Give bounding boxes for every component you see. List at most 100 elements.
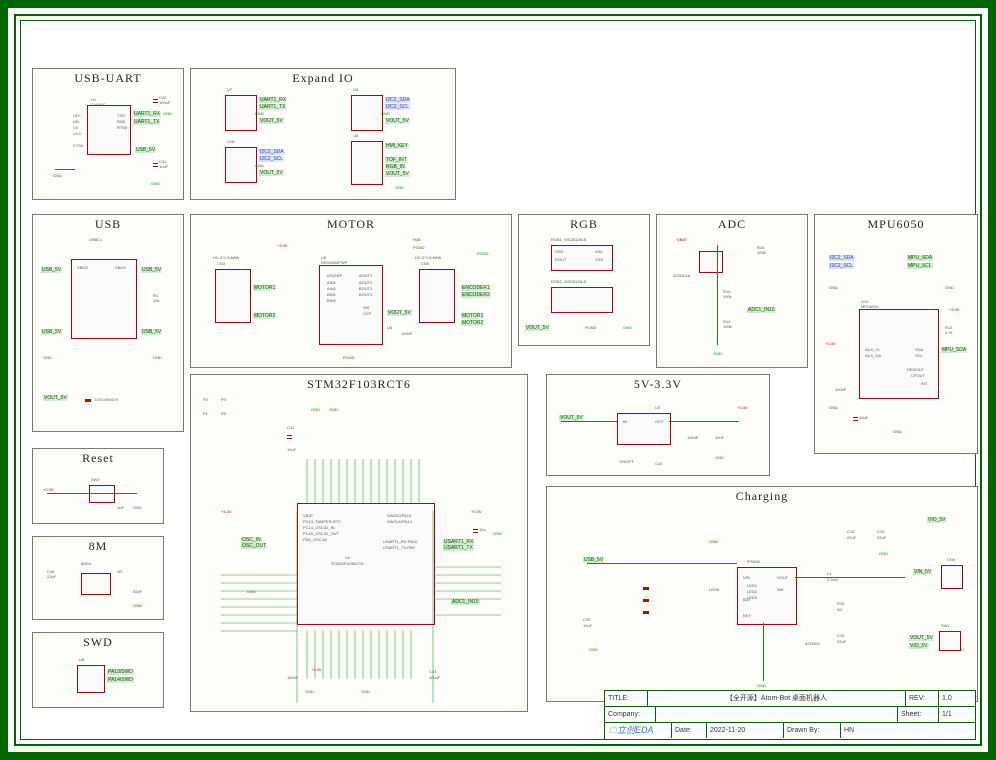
refdes: H18 — [413, 237, 420, 242]
value: 22pF — [133, 589, 142, 594]
pin: AUX_DA — [865, 353, 881, 358]
wire — [587, 563, 737, 564]
module-title: USB-UART — [33, 71, 183, 85]
net-usb5v: USB_5V — [135, 147, 156, 153]
value: 22uF — [847, 535, 856, 540]
label: ON/OFF — [619, 459, 634, 464]
module-title: ADC — [657, 217, 807, 231]
label-sheet: Sheet: — [898, 707, 939, 722]
value: 10uF — [715, 435, 724, 440]
cap — [473, 527, 478, 535]
module-5v-3v3: 5V-3.3V U3 VOUT_5V +3.3V IN OUT ON/OFF 1… — [546, 374, 770, 476]
cap-c41 — [153, 161, 158, 169]
wire — [669, 421, 739, 422]
net: VOUT_5V — [385, 171, 410, 177]
net-gnd: GND — [305, 689, 314, 694]
header-cn3 — [215, 269, 251, 323]
net-gnd: GND — [829, 405, 838, 410]
cap-c38 — [853, 415, 858, 423]
pin: SCL — [915, 353, 923, 358]
module-mpu6050: MPU6050 U10 MPU6050 I2C2_SDA I2C2_SCL MP… — [814, 214, 978, 454]
pin: LED3 — [747, 595, 757, 600]
testpoint: P2 — [203, 397, 208, 402]
value: 1uF — [117, 505, 124, 510]
pin: VDD — [555, 249, 563, 254]
refdes: L1 — [827, 571, 831, 576]
cap-c41 — [287, 433, 292, 441]
switch — [939, 631, 961, 651]
refdes: U7 — [227, 87, 232, 92]
module-charging: Charging IP5306 USB_5V VIN BAT KEY VOUT … — [546, 486, 978, 702]
refdes: C43 — [429, 669, 436, 674]
pin: USART1_RX-PA10 — [383, 539, 417, 544]
pin: USART1_TX-PA9 — [383, 545, 415, 550]
pin: SWCLK/PA14 — [387, 519, 412, 524]
value: 4.7k — [945, 330, 953, 335]
header-swd — [77, 665, 105, 693]
pin: VBUS — [77, 265, 88, 270]
net: ADC1_IN15 — [451, 599, 480, 605]
pin: DIN — [595, 249, 602, 254]
net: MPU_SCL — [907, 263, 933, 269]
value: 22pF — [47, 574, 56, 579]
net: VOUT_5V — [259, 118, 284, 124]
pin: BIN2 — [327, 298, 336, 303]
net-gnd: GND — [247, 589, 256, 594]
value: 100nF — [401, 331, 412, 336]
wire — [561, 421, 617, 422]
pin-label: UD+ — [73, 113, 81, 118]
value: 8MHz — [81, 561, 91, 566]
module-rgb: RGB RGB1_WS2812B-B VDD DOUT DIN VSS RGB2… — [518, 214, 650, 346]
value: 100k — [723, 294, 732, 299]
label-date: Date: — [672, 723, 707, 738]
net: HMI_KEY — [385, 143, 409, 149]
module-mcu: STM32F103RCT6 P2 P4 P1 P5 U2 STM32F103RC… — [190, 374, 528, 712]
net: GND — [255, 111, 264, 116]
net: UART1_TX — [259, 104, 286, 110]
value: 100nF — [287, 675, 298, 680]
refdes: C19 — [877, 529, 884, 534]
pin: IN — [623, 419, 627, 424]
value: 100nF — [429, 675, 440, 680]
value: 10uF — [583, 623, 592, 628]
net: VBAT — [677, 237, 687, 242]
net: PGND — [343, 355, 355, 360]
module-swd: SWD U8 PA13/SWD PA14/SWD — [32, 632, 164, 708]
pin: PC15_OSC32_OUT — [303, 531, 339, 536]
net-gnd: GND — [623, 325, 632, 330]
refdes: RGB1_WS2812B-B — [551, 237, 586, 242]
net-gnd: GND — [945, 285, 954, 290]
button-sw1 — [89, 485, 115, 503]
net: USB_5V — [141, 329, 162, 335]
pin: SW — [777, 587, 783, 592]
net-gnd: GND — [589, 647, 598, 652]
net: ENCODER1 — [461, 285, 491, 291]
net: GND — [255, 163, 264, 168]
module-title: MPU6050 — [815, 217, 977, 231]
refdes: C44 — [655, 461, 662, 466]
net: ENCODER2 — [461, 292, 491, 298]
sheet-value: 1/1 — [939, 707, 975, 722]
net-uart1-rx: UART1_RX — [133, 111, 161, 117]
pin: VBAT — [303, 513, 313, 518]
pin-label: RTS# — [117, 125, 127, 130]
wire — [763, 623, 764, 681]
net-gnd: GND — [395, 185, 404, 190]
title-block: TITLE: 【全开源】Atom-Bot 桌面机器人 REV: 1.0 Comp… — [604, 690, 976, 740]
pin-label: UD- — [73, 119, 80, 124]
net-gnd: GND — [713, 351, 722, 356]
pin: PC14_OSC32_IN — [303, 525, 335, 530]
pin-label: V3 — [73, 125, 78, 130]
net-3v3: +3.3V — [221, 509, 232, 514]
wiring-art — [191, 415, 527, 711]
value: 100nF — [159, 100, 170, 105]
net-gnd: GND — [133, 505, 142, 510]
net-gnd: GND — [153, 355, 162, 360]
pin: AUX_CL — [865, 347, 881, 352]
net-gnd: GND — [43, 355, 52, 360]
net: ADC1_IN15 — [747, 307, 776, 313]
net: USB_5V — [41, 267, 62, 273]
net-gnd: GND — [163, 111, 172, 116]
schematic-sheet: USB-UART U1 CH340C UART1_RX UART1_TX USB… — [0, 0, 996, 760]
refdes: U8 — [353, 133, 358, 138]
